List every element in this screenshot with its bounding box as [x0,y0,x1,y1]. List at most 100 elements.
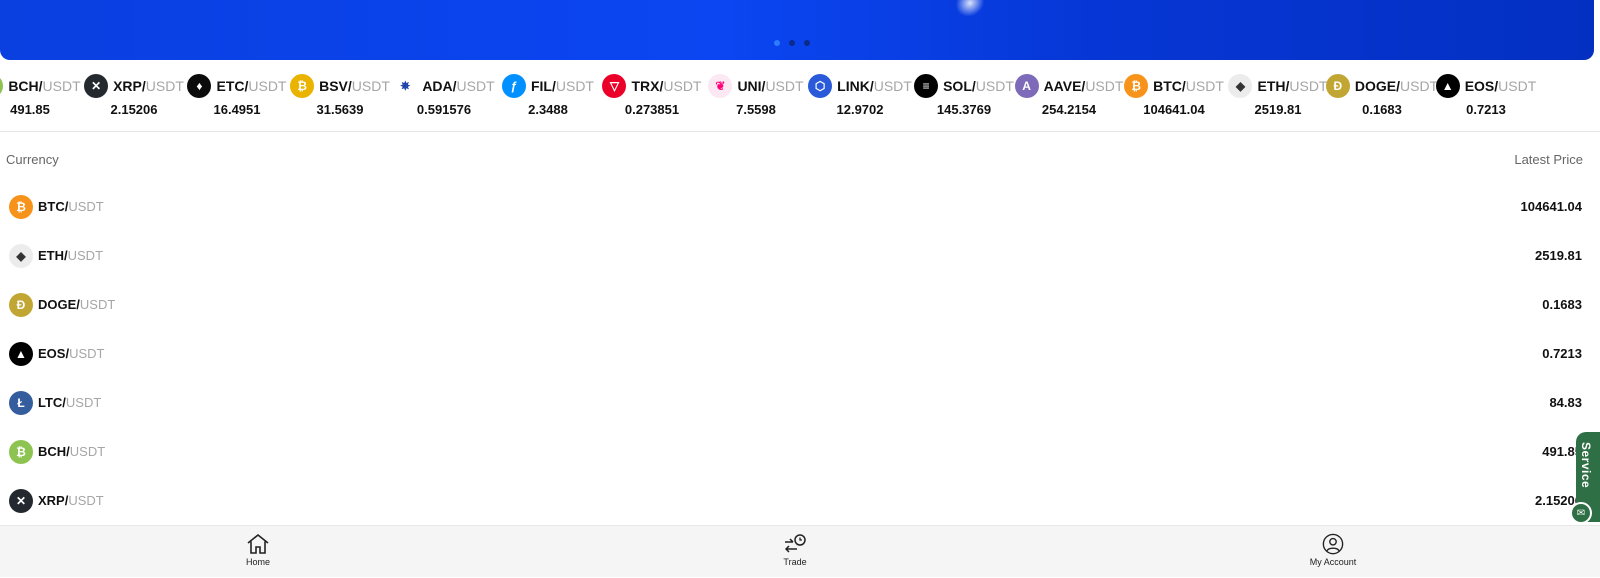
ticker-pair: ✵ ADA/USDT [393,74,495,98]
ticker-price: 2.3488 [528,102,568,117]
ticker-item[interactable]: ₿ BTC/USDT 104641.04 [1122,60,1226,131]
ticker-quote: USDT [1085,78,1124,94]
ticker-item[interactable]: A AAVE/USDT 254.2154 [1014,60,1124,131]
ticker-base: BSV/ [319,78,352,94]
eth-icon: ◆ [9,243,33,268]
table-row[interactable]: ₿ BCH/USDT 491.85 [0,427,1600,476]
ticker-item[interactable]: ₿ BSV/USDT 31.5639 [288,60,392,131]
carousel-dot-1[interactable] [774,40,780,46]
ticker-pair: ✕ XRP/USDT [84,74,184,98]
ticker-quote: USDT [555,78,594,94]
price-ticker: ₿BCH/USDT491.85✕XRP/USDT2.15206♦ETC/USDT… [0,60,1600,132]
ticker-quote: USDT [1289,78,1328,94]
ticker-item[interactable]: ₿BCH/USDT 491.85 [0,60,82,131]
row-quote: USDT [65,395,102,410]
row-price: 0.1683 [1542,297,1582,312]
ticker-base: UNI/ [737,78,766,94]
carousel-dots [774,40,810,46]
row-pair: ▲ EOS/USDT [9,329,104,378]
ticker-price: 16.4951 [213,102,261,117]
bottom-nav: Home Trade My Account [0,525,1600,577]
row-price: 104641.04 [1520,199,1582,214]
ticker-base: TRX/ [631,78,664,94]
ticker-price: 2519.81 [1254,102,1302,117]
carousel-dot-3[interactable] [804,40,810,46]
ticker-price: 104641.04 [1143,102,1205,117]
ticker-item[interactable]: ♦ ETC/USDT 16.4951 [186,60,288,131]
ticker-price: 0.273851 [624,102,680,117]
ticker-item[interactable]: ≡ SOL/USDT 145.3769 [912,60,1016,131]
ticker-base: BTC/ [1153,78,1186,94]
ticker-item[interactable]: ✵ ADA/USDT 0.591576 [392,60,496,131]
service-button[interactable]: Service ✉ [1570,432,1600,524]
row-pair: ✕ XRP/USDT [9,476,104,525]
row-quote: USDT [67,248,104,263]
ticker-pair: ₿ BTC/USDT [1124,74,1224,98]
ticker-price: 0.7213 [1466,102,1506,117]
ticker-price: 2.15206 [110,102,158,117]
row-quote: USDT [68,493,104,508]
nav-account-label: My Account [1309,557,1357,567]
table-row[interactable]: ▲ EOS/USDT 0.7213 [0,329,1600,378]
ticker-pair: ≡ SOL/USDT [914,74,1014,98]
table-row[interactable]: ◆ ETH/USDT 2519.81 [0,231,1600,280]
table-row[interactable]: Ł LTC/USDT 84.83 [0,378,1600,427]
ticker-item[interactable]: ⬡ LINK/USDT 12.9702 [808,60,912,131]
ticker-item[interactable]: Ð DOGE/USDT 0.1683 [1325,60,1438,131]
nav-home[interactable]: Home [198,526,318,578]
ticker-quote: USDT [1400,78,1439,94]
ticker-base: ETH/ [1257,78,1290,94]
nav-my-account[interactable]: My Account [1273,526,1393,578]
row-pair: ₿ BTC/USDT [9,182,104,231]
row-pair: ₿ BCH/USDT [9,427,105,476]
ticker-price: 12.9702 [836,102,884,117]
nav-trade[interactable]: Trade [735,526,855,578]
ticker-item[interactable]: ▽ TRX/USDT 0.273851 [600,60,704,131]
btc-icon: ₿ [9,194,33,219]
ticker-item[interactable]: ❦ UNI/USDT 7.5598 [704,60,808,131]
ticker-price: 254.2154 [1041,102,1097,117]
row-quote: USDT [68,199,104,214]
ticker-quote: USDT [145,78,184,94]
ticker-item[interactable]: ✕ XRP/USDT 2.15206 [82,60,186,131]
etc-icon: ♦ [187,74,212,98]
ticker-quote: USDT [351,78,390,94]
chat-icon[interactable]: ✉ [1570,502,1592,524]
doge-icon: Ð [9,292,33,317]
table-row[interactable]: Ð DOGE/USDT 0.1683 [0,280,1600,329]
row-price: 0.7213 [1542,346,1582,361]
currency-column-header: Currency [6,152,59,167]
bsv-icon: ₿ [290,74,315,98]
ticker-base: AAVE/ [1043,78,1086,94]
row-pair: Ð DOGE/USDT [9,280,115,329]
ticker-quote: USDT [248,78,287,94]
bch-icon: ₿ [9,439,33,464]
ticker-quote: USDT [1185,78,1224,94]
ticker-pair: ◆ ETH/USDT [1228,74,1328,98]
ticker-item[interactable]: ƒ FIL/USDT 2.3488 [496,60,600,131]
eos-icon: ▲ [1435,74,1460,98]
home-icon [247,533,269,554]
promo-banner[interactable] [0,0,1594,60]
trade-icon [784,534,806,553]
table-row[interactable]: ₿ BTC/USDT 104641.04 [0,182,1600,231]
ticker-item[interactable]: ▲ EOS/USDT 0.7213 [1434,60,1538,131]
carousel-dot-2[interactable] [789,40,795,46]
sol-icon: ≡ [914,74,939,98]
table-row[interactable]: ✕ XRP/USDT 2.15206 [0,476,1600,525]
ticker-item[interactable]: ◆ ETH/USDT 2519.81 [1226,60,1330,131]
aave-icon: A [1014,74,1039,98]
ticker-quote: USDT [42,78,81,94]
ticker-price: 31.5639 [316,102,364,117]
ticker-base: SOL/ [943,78,976,94]
ticker-base: FIL/ [530,78,556,94]
ticker-quote: USDT [456,78,495,94]
row-price: 2519.81 [1535,248,1582,263]
row-pair: ◆ ETH/USDT [9,231,103,280]
row-pair: Ł LTC/USDT [9,378,101,427]
ticker-base: XRP/ [113,78,146,94]
ticker-price: 7.5598 [736,102,776,117]
doge-icon: Ð [1325,74,1350,98]
row-base: ETH/ [38,248,68,263]
btc-icon: ₿ [1124,74,1149,98]
